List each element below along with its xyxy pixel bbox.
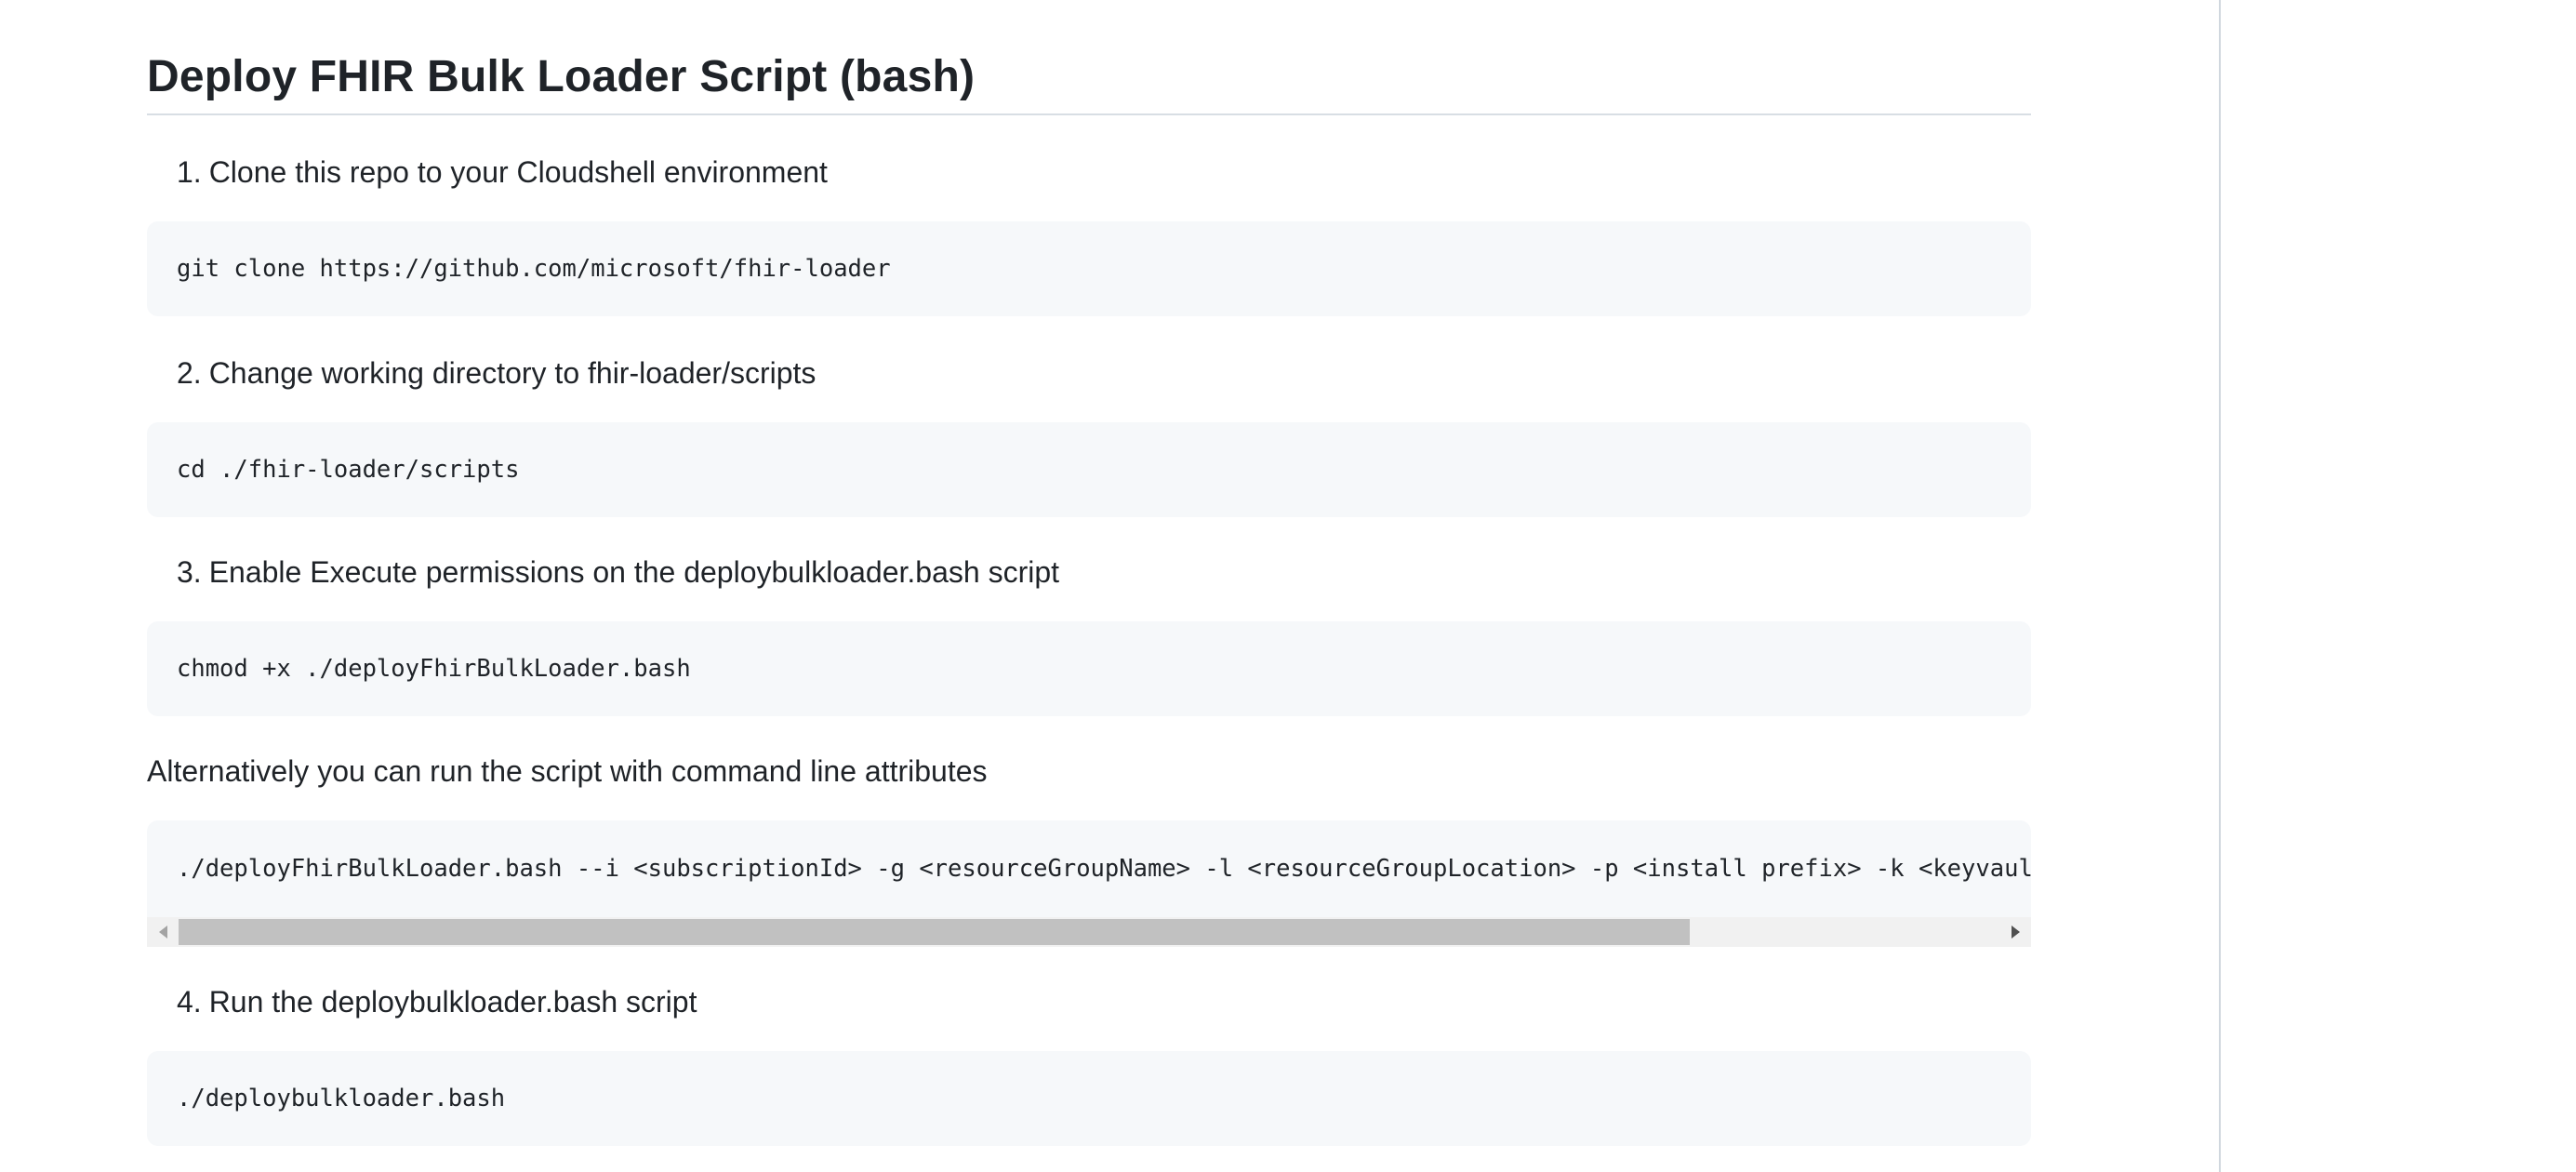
scrollbar-thumb[interactable] (179, 919, 1690, 945)
scroll-left-button[interactable] (147, 917, 179, 947)
step-number: 2. (177, 356, 202, 390)
code-text[interactable]: ./deploybulkloader.bash (177, 1051, 2001, 1146)
step-text: Change working directory to fhir-loader/… (208, 356, 817, 390)
code-block-run-script[interactable]: ./deploybulkloader.bash (147, 1051, 2031, 1146)
step-4: 4. Run the deploybulkloader.bash script (177, 982, 697, 1021)
scroll-right-button[interactable] (1999, 917, 2031, 947)
code-text[interactable]: git clone https://github.com/microsoft/f… (177, 221, 2001, 316)
triangle-right-icon (2011, 926, 2020, 939)
step-number: 4. (177, 985, 202, 1019)
alternative-paragraph: Alternatively you can run the script wit… (147, 754, 988, 788)
code-text[interactable]: cd ./fhir-loader/scripts (177, 422, 2001, 517)
heading-rule (147, 113, 2031, 115)
step-text: Run the deploybulkloader.bash script (208, 985, 697, 1019)
code-block-git-clone[interactable]: git clone https://github.com/microsoft/f… (147, 221, 2031, 316)
step-text: Enable Execute permissions on the deploy… (208, 555, 1060, 589)
code-text[interactable]: ./deployFhirBulkLoader.bash --i <subscri… (147, 820, 2031, 917)
step-number: 1. (177, 155, 202, 189)
step-text: Clone this repo to your Cloudshell envir… (208, 155, 828, 189)
code-text[interactable]: chmod +x ./deployFhirBulkLoader.bash (177, 621, 2001, 716)
triangle-left-icon (158, 926, 167, 939)
step-3: 3. Enable Execute permissions on the depl… (177, 553, 1059, 592)
code-block-command-line[interactable]: ./deployFhirBulkLoader.bash --i <subscri… (147, 820, 2031, 947)
sidebar-divider (2219, 0, 2221, 1172)
section-heading: Deploy FHIR Bulk Loader Script (bash) (147, 52, 976, 101)
horizontal-scrollbar[interactable] (147, 917, 2031, 947)
step-1: 1. Clone this repo to your Cloudshell env… (177, 153, 828, 192)
step-number: 3. (177, 555, 202, 589)
code-block-cd[interactable]: cd ./fhir-loader/scripts (147, 422, 2031, 517)
code-block-chmod[interactable]: chmod +x ./deployFhirBulkLoader.bash (147, 621, 2031, 716)
step-2: 2. Change working directory to fhir-loade… (177, 353, 816, 393)
